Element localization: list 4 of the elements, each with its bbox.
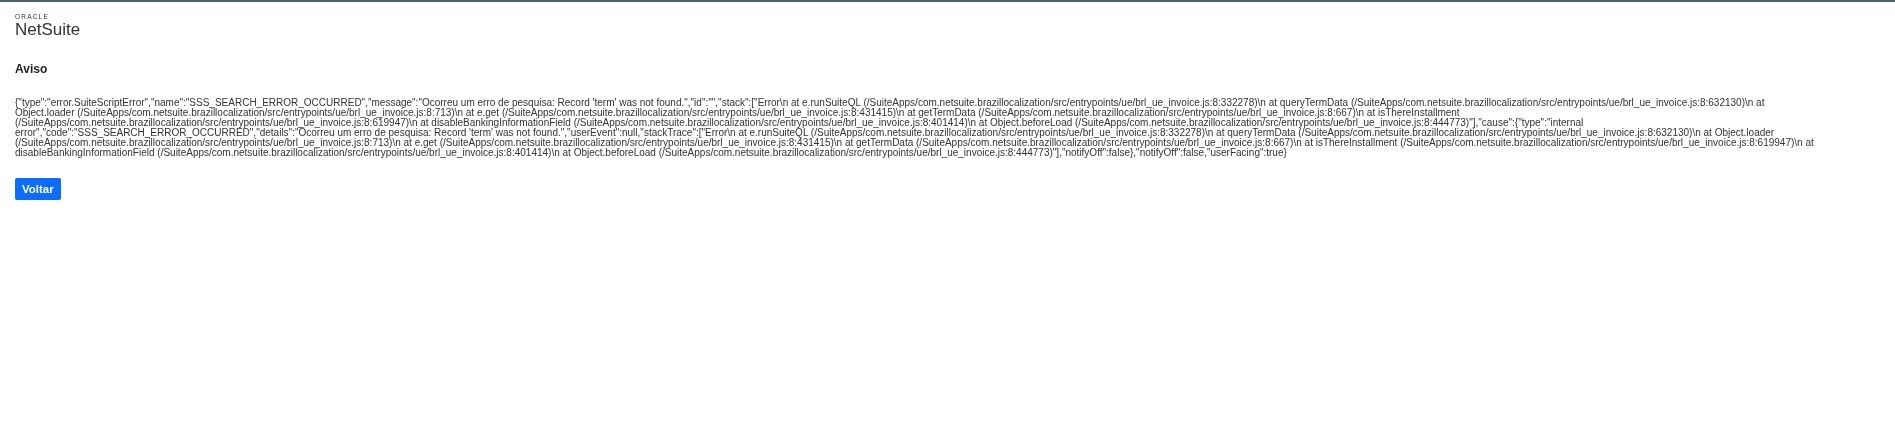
product-logo-text: NetSuite (15, 21, 81, 38)
back-button[interactable]: Voltar (15, 178, 61, 200)
page-heading: Aviso (15, 62, 48, 76)
error-message: {"type":"error.SuiteScriptError","name":"SSS_SEARCH_ERROR_OCCURRED","message":"Ocorreu um erro de pesquisa: Record 'term' was not found.","id":"","stack":["Error\n at e.runSuiteQL (/SuiteApps/com.netsuite.brazillocalization/src/entrypoints/ue/brl_ue_invoice.js:8:332278)\n at queryTermData (/SuiteApps/com.netsuite.brazillocalization/src/entrypoints/ue/brl_ue_invoice.js:8:632130)\n at Object.loader (/SuiteApps/com.netsuite.brazillocalization/src/entrypoints/ue/brl_ue_invoice.js:8:713)\n at e.get (/SuiteApps/com.netsuite.brazillocalization/src/entrypoints/ue/brl_ue_invoice.js:8:431415)\n at getTermData (/SuiteApps/com.netsuite.brazillocalization/src/entrypoints/ue/brl_ue_invoice.js:8:667)\n at isThereInstallment (/SuiteApps/com.netsuite.brazillocalization/src/entrypoints/ue/brl_ue_invoice.js:8:619947)\n at disableBankingInformationField (/SuiteApps/com.netsuite.brazillocalization/src/entrypoints/ue/brl_ue_invoice.js:8:401414)\n at Object.beforeLoad (/SuiteApps/com.netsuite.brazillocalization/src/entrypoints/ue/brl_ue_invoice.js:8:444773)"],"cause":{"type":"internal error","code":"SSS_SEARCH_ERROR_OCCURRED","details":"Ocorreu um erro de pesquisa: Record 'term' was not found.","userEvent":null,"stackTrace":["Error\n at e.runSuiteQL (/SuiteApps/com.netsuite.brazillocalization/src/entrypoints/ue/brl_ue_invoice.js:8:332278)\n at queryTermData (/SuiteApps/com.netsuite.brazillocalization/src/entrypoints/ue/brl_ue_invoice.js:8:632130)\n at Object.loader (/SuiteApps/com.netsuite.brazillocalization/src/entrypoints/ue/brl_ue_invoice.js:8:713)\n at e.get (/SuiteApps/com.netsuite.brazillocalization/src/entrypoints/ue/brl_ue_invoice.js:8:431415)\n at getTermData (/SuiteApps/com.netsuite.brazillocalization/src/entrypoints/ue/brl_ue_invoice.js:8:667)\n at isThereInstallment (/SuiteApps/com.netsuite.brazillocalization/src/entrypoints/ue/brl_ue_invoice.js:8:619947)\n at disableBankingInformationField (/SuiteApps/com.netsuite.brazillocalization/src/entrypoints/ue/brl_ue_invoice.js:8:401414)\n at Object.beforeLoad (/SuiteApps/com.netsuite.brazillocalization/src/entrypoints/ue/brl_ue_invoice.js:8:444773)"],"notifyOff":false},"notifyOff":false,"userFacing":true} (15, 98, 1815, 158)
